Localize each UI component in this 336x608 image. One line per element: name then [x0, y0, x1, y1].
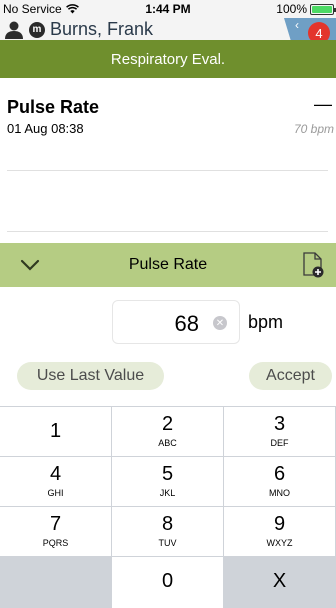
value-entry-panel: 68 ✕ bpm Use Last Value Accept [0, 287, 336, 406]
key-blank [0, 557, 111, 608]
key-4[interactable]: 4 GHI [0, 457, 111, 506]
use-last-value-button[interactable]: Use Last Value [17, 362, 164, 390]
clear-icon[interactable]: ✕ [213, 316, 227, 330]
entry-header: Pulse Rate [0, 243, 336, 287]
measurement-value: — [314, 94, 332, 114]
key-2[interactable]: 2 ABC [112, 407, 223, 456]
key-1[interactable]: 1 [0, 407, 111, 456]
unit-label: bpm [248, 312, 284, 332]
key-8[interactable]: 8 TUV [112, 507, 223, 556]
pulse-rate-input[interactable]: 68 ✕ [112, 300, 240, 344]
measurement-date: 01 Aug 08:38 [7, 121, 84, 136]
measurement-row[interactable]: Pulse Rate 01 Aug 08:38 — 70 bpm [0, 78, 336, 243]
battery-icon [310, 3, 336, 15]
key-9[interactable]: 9 WXYZ [224, 507, 335, 556]
measurement-title: Pulse Rate [7, 97, 100, 117]
add-document-icon[interactable] [302, 252, 324, 278]
key-5[interactable]: 5 JKL [112, 457, 223, 506]
divider [7, 231, 328, 232]
key-3[interactable]: 3 DEF [224, 407, 335, 456]
key-7[interactable]: 7 PQRS [0, 507, 111, 556]
accept-button[interactable]: Accept [249, 362, 332, 390]
entry-title: Pulse Rate [128, 256, 208, 273]
key-0[interactable]: 0 [112, 557, 223, 608]
patient-type-badge: m [29, 21, 45, 38]
divider [7, 170, 328, 171]
battery-percent: 100% [276, 2, 307, 16]
patient-name[interactable]: Burns, Frank [50, 19, 153, 40]
key-delete[interactable]: X [224, 557, 335, 608]
chevron-left-icon: ‹ [295, 18, 299, 32]
numeric-keypad: 1 2 ABC 3 DEF 4 GHI 5 JKL 6 MNO 7 PQRS 8 TUV 9W… [0, 406, 336, 608]
input-value: 68 [174, 311, 199, 336]
page-title: Respiratory Eval. [0, 40, 336, 78]
status-bar: No Service 1:44 PM 100% [0, 0, 336, 18]
person-icon [5, 21, 23, 39]
key-6[interactable]: 6 MNO [224, 457, 335, 506]
previous-value: 70 bpm [293, 122, 334, 136]
